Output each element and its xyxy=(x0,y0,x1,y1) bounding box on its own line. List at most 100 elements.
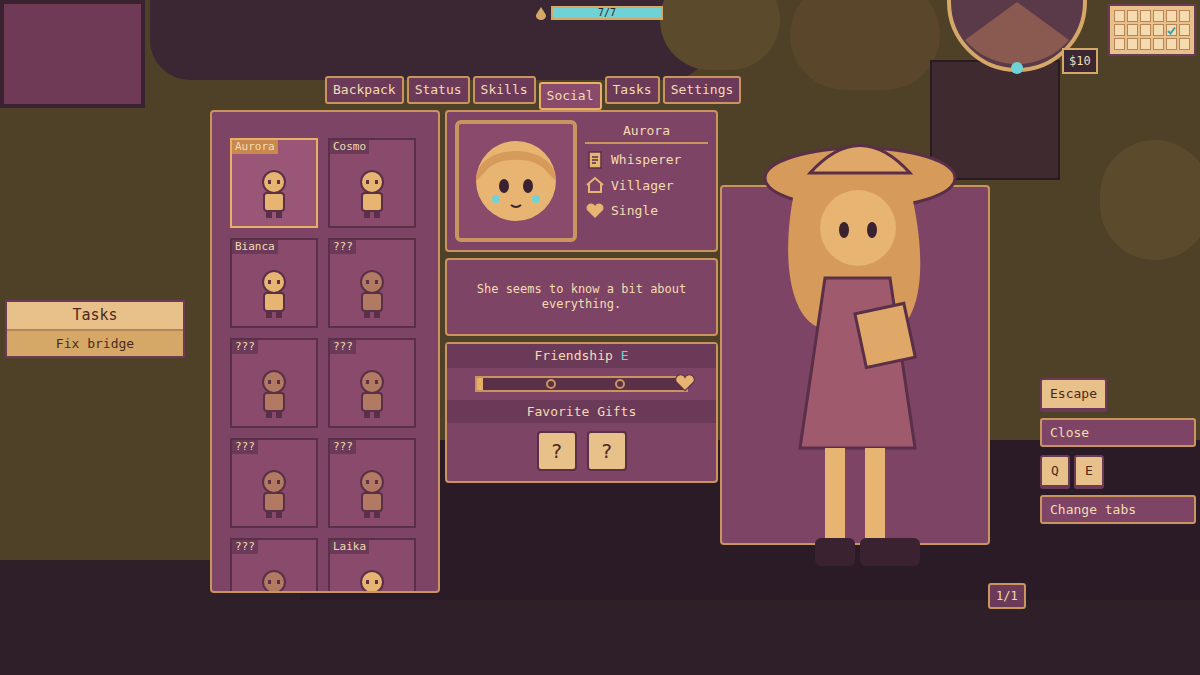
character-art-icon xyxy=(740,118,970,598)
scene-sign xyxy=(0,0,145,108)
calendar-day xyxy=(1166,10,1177,22)
character-sprite-icon xyxy=(254,568,294,593)
character-name: Bianca xyxy=(232,240,278,254)
profile-card: AuroraWhispererVillagerSingle xyxy=(445,110,718,252)
calendar-day xyxy=(1127,24,1138,36)
calendar-day xyxy=(1127,10,1138,22)
scene-house xyxy=(930,60,1060,180)
character-sprite-icon xyxy=(352,368,392,420)
check-icon xyxy=(1167,26,1176,35)
task-item: Fix bridge xyxy=(7,331,183,357)
character-name: Aurora xyxy=(232,140,278,154)
calendar-day xyxy=(1166,24,1177,36)
key-cap: E xyxy=(1074,455,1104,489)
page-indicator: 1/1 xyxy=(988,583,1026,609)
key-cap: Q xyxy=(1040,455,1070,489)
character-name: ??? xyxy=(232,440,258,454)
character-card[interactable]: ??? xyxy=(328,338,416,428)
water-drop-icon xyxy=(535,6,547,20)
water-reading: 7/7 xyxy=(553,8,661,18)
control-keys: QE xyxy=(1040,455,1196,489)
calendar-day xyxy=(1140,38,1151,50)
character-name: Cosmo xyxy=(330,140,369,154)
calendar-day xyxy=(1153,24,1164,36)
scene-tree xyxy=(1100,140,1200,260)
milestone-marker xyxy=(546,379,556,389)
profile-attribute: Single xyxy=(585,201,708,221)
control-hint: Escape Close xyxy=(1040,378,1196,447)
control-action[interactable]: Change tabs xyxy=(1040,495,1196,525)
character-card[interactable]: ??? xyxy=(230,338,318,428)
character-card[interactable]: ??? xyxy=(230,538,318,593)
friendship-bar xyxy=(475,376,688,392)
friendship-box: Friendship EFavorite Gifts?? xyxy=(445,342,718,483)
character-sprite-icon xyxy=(254,368,294,420)
character-card[interactable]: Cosmo xyxy=(328,138,416,228)
milestone-marker xyxy=(615,379,625,389)
calendar-day xyxy=(1114,38,1125,50)
gifts-title: Favorite Gifts xyxy=(447,400,716,424)
heart-icon xyxy=(674,373,696,393)
character-list-panel: Aurora Cosmo Bianca?????????????????? Laika xyxy=(210,110,440,593)
calendar-day xyxy=(1153,38,1164,50)
calendar xyxy=(1108,4,1196,56)
character-sprite-icon xyxy=(254,268,294,320)
character-card[interactable]: ??? xyxy=(328,438,416,528)
menu-tab[interactable]: Social xyxy=(539,82,602,110)
character-card[interactable]: Bianca xyxy=(230,238,318,328)
description-box: She seems to know a bit about everything… xyxy=(445,258,718,336)
control-hint: QE Change tabs xyxy=(1040,455,1196,524)
control-hints: Escape Close QE Change tabs xyxy=(1040,378,1196,524)
tasks-widget-title: Tasks xyxy=(7,302,183,331)
calendar-day xyxy=(1140,10,1151,22)
character-sprite-icon xyxy=(352,268,392,320)
house-icon xyxy=(585,176,605,194)
water-bar: 7/7 xyxy=(551,6,663,20)
character-card[interactable]: Aurora xyxy=(230,138,318,228)
key-cap: Escape xyxy=(1040,378,1107,412)
heart-icon xyxy=(585,202,605,220)
character-card[interactable]: ??? xyxy=(230,438,318,528)
character-sprite-icon xyxy=(352,168,392,220)
friendship-fill xyxy=(477,378,483,390)
menu-tab[interactable]: Backpack xyxy=(325,76,404,104)
profile-attribute: Whisperer xyxy=(585,150,708,170)
calendar-day xyxy=(1179,10,1190,22)
menu-tab[interactable]: Status xyxy=(407,76,470,104)
character-sprite-icon xyxy=(352,568,392,593)
profile-info: AuroraWhispererVillagerSingle xyxy=(585,120,708,242)
character-card[interactable]: Laika xyxy=(328,538,416,593)
menu-tab[interactable]: Tasks xyxy=(605,76,660,104)
character-name: Laika xyxy=(330,540,369,554)
character-name: ??? xyxy=(232,540,258,554)
gift-slot[interactable]: ? xyxy=(537,431,577,471)
calendar-day xyxy=(1179,38,1190,50)
control-keys: Escape xyxy=(1040,378,1196,412)
menu-tab[interactable]: Skills xyxy=(473,76,536,104)
portrait-face-icon xyxy=(466,131,566,231)
character-name: ??? xyxy=(330,240,356,254)
scene-tree xyxy=(790,0,940,90)
calendar-day xyxy=(1114,10,1125,22)
water-meter: 7/7 xyxy=(535,6,663,20)
character-name: ??? xyxy=(330,440,356,454)
scroll-icon xyxy=(585,150,605,170)
menu-tab[interactable]: Settings xyxy=(663,76,742,104)
calendar-day xyxy=(1140,24,1151,36)
character-detail: AuroraWhispererVillagerSingleShe seems t… xyxy=(445,110,718,483)
gift-slot[interactable]: ? xyxy=(587,431,627,471)
calendar-day xyxy=(1179,24,1190,36)
tasks-widget: TasksFix bridge xyxy=(5,300,185,358)
calendar-day xyxy=(1166,38,1177,50)
character-name: ??? xyxy=(232,340,258,354)
character-name: ??? xyxy=(330,340,356,354)
character-grid: Aurora Cosmo Bianca?????????????????? Laika xyxy=(230,138,438,593)
control-action[interactable]: Close xyxy=(1040,418,1196,448)
calendar-day xyxy=(1127,38,1138,50)
profile-name: Aurora xyxy=(585,120,708,144)
gift-slots: ?? xyxy=(447,431,716,471)
calendar-day xyxy=(1114,24,1125,36)
character-sprite-icon xyxy=(254,168,294,220)
menu-tabs: BackpackStatusSkillsSocialTasksSettings xyxy=(325,76,741,110)
character-card[interactable]: ??? xyxy=(328,238,416,328)
